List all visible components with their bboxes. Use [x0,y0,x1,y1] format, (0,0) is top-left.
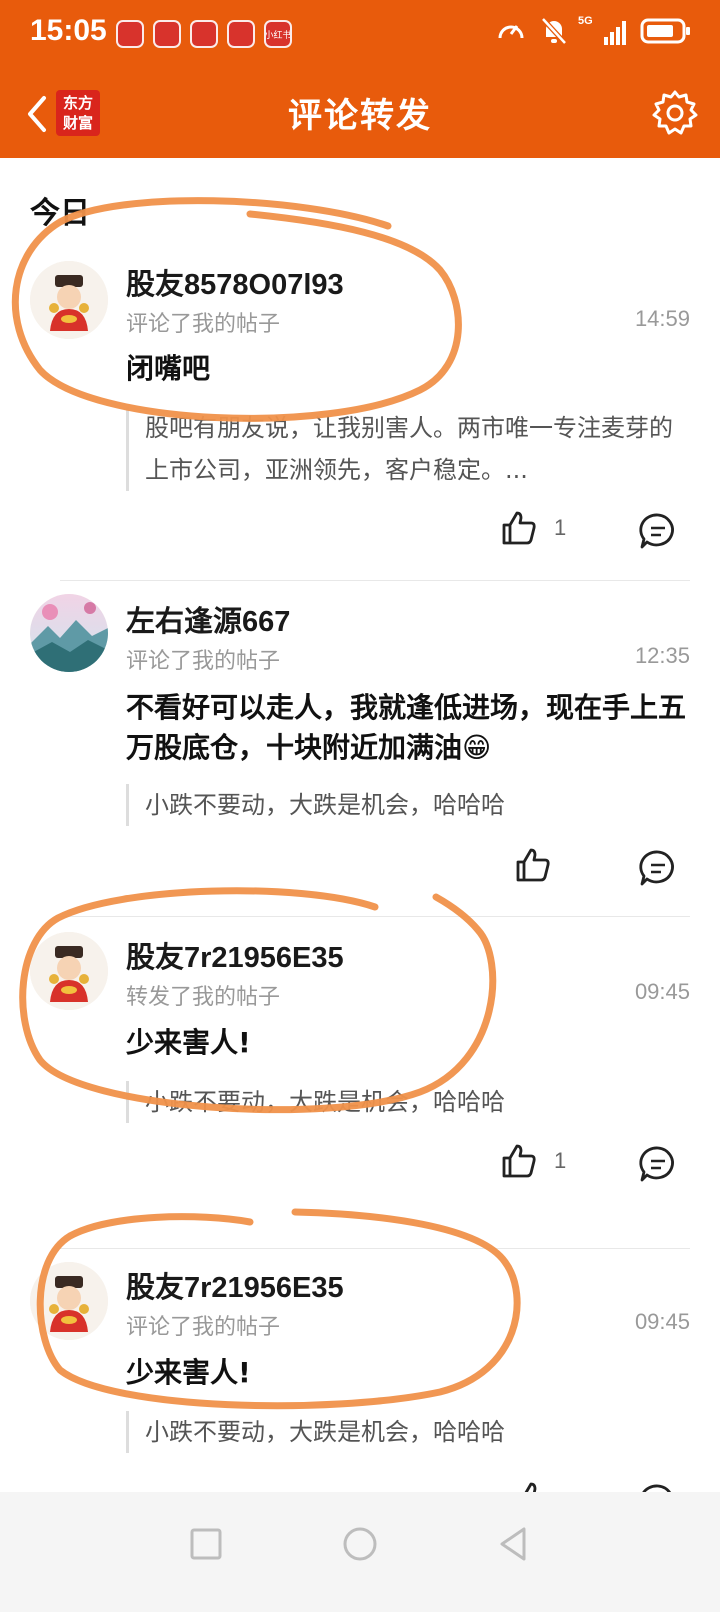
status-icons: 5G [496,15,692,46]
comment-text: 少来害人! [126,1356,251,1389]
quoted-post[interactable]: 小跌不要动，大跌是机会，哈哈哈 [126,1081,686,1123]
action-text: 评论了我的帖子 [126,312,281,337]
caishen-avatar-icon [30,1262,108,1340]
settings-gear-icon[interactable] [650,88,700,138]
user-avatar[interactable] [30,932,108,1010]
system-nav-bar [0,1492,720,1612]
like-button[interactable]: 1 [500,509,566,547]
reply-comment-icon[interactable] [638,1144,678,1184]
xiaohongshu-app-icon: 小红书 [264,20,292,48]
quoted-post[interactable]: 股吧有朋友说，让我别害人。两市唯一专注麦芽的上市公司，亚洲领先，客户稳定。... [126,407,686,491]
divider [60,916,690,917]
mute-bell-icon [541,17,567,45]
network-type: 5G [578,15,593,27]
user-avatar[interactable] [30,261,108,339]
home-circle-icon[interactable] [340,1524,380,1564]
quoted-post[interactable]: 小跌不要动，大跌是机会，哈哈哈 [126,1411,686,1453]
divider [60,1248,690,1249]
huawei-app-icon [227,20,255,48]
divider [60,580,690,581]
caishen-avatar-icon [30,932,108,1010]
bank-app-icon [153,20,181,48]
caishen-avatar-icon [30,261,108,339]
username[interactable]: 股友7r21956E35 [126,1264,344,1306]
notification-item[interactable]: 左右逢源667 评论了我的帖子 12:35 不看好可以走人，我就逢低进场，现在手… [0,594,720,916]
quoted-post[interactable]: 小跌不要动，大跌是机会，哈哈哈 [126,784,686,826]
action-text: 评论了我的帖子 [126,649,281,674]
notification-item[interactable]: 股友7r21956E35 评论了我的帖子 09:45 少来害人! 小跌不要动，大… [0,1262,720,1492]
comment-text: 闭嘴吧 [126,352,211,385]
timestamp: 12:35 [634,643,690,668]
back-triangle-icon[interactable] [494,1524,534,1564]
timestamp: 14:59 [634,306,690,331]
status-time: 15:05 [30,14,107,47]
user-avatar[interactable] [30,1262,108,1340]
shopping-app-icon [116,20,144,48]
username[interactable]: 股友8578O07l93 [126,261,344,303]
reply-comment-icon[interactable] [638,511,678,551]
like-count: 1 [554,1148,567,1173]
battery-icon [640,18,690,44]
app-header: 15:05 小红书 5G 东方 财富 评论转发 [0,0,720,158]
timestamp: 09:45 [634,979,690,1004]
thumbs-up-icon [516,848,550,882]
username[interactable]: 左右逢源667 [126,598,290,640]
notification-item[interactable]: 股友7r21956E35 转发了我的帖子 09:45 少来害人! 小跌不要动，大… [0,930,720,1248]
reader-app-icon [190,20,218,48]
like-button[interactable]: 1 [500,1142,566,1180]
section-label-today: 今日 [30,196,90,231]
speedometer-icon [498,25,524,39]
recent-apps-square-icon[interactable] [186,1524,226,1564]
like-button[interactable] [514,846,568,884]
notification-icons: 小红书 [116,20,292,50]
page-title: 评论转发 [288,96,432,136]
like-count: 1 [554,515,567,540]
landscape-avatar-icon [30,594,108,672]
timestamp: 09:45 [634,1309,690,1334]
signal-icon: 5G [578,15,626,45]
notification-item[interactable]: 股友8578O07l93 评论了我的帖子 14:59 闭嘴吧 股吧有朋友说，让我… [0,255,720,580]
comment-text: 少来害人! [126,1026,251,1059]
username[interactable]: 股友7r21956E35 [126,934,344,976]
thumbs-up-icon [502,511,536,545]
action-text: 转发了我的帖子 [126,985,281,1010]
reply-comment-icon[interactable] [638,848,678,888]
user-avatar[interactable] [30,594,108,672]
thumbs-up-icon [502,1144,536,1178]
comment-text: 不看好可以走人，我就逢低进场，现在手上五万股底仓，十块附近加满油😁 [126,691,687,764]
action-text: 评论了我的帖子 [126,1315,281,1340]
